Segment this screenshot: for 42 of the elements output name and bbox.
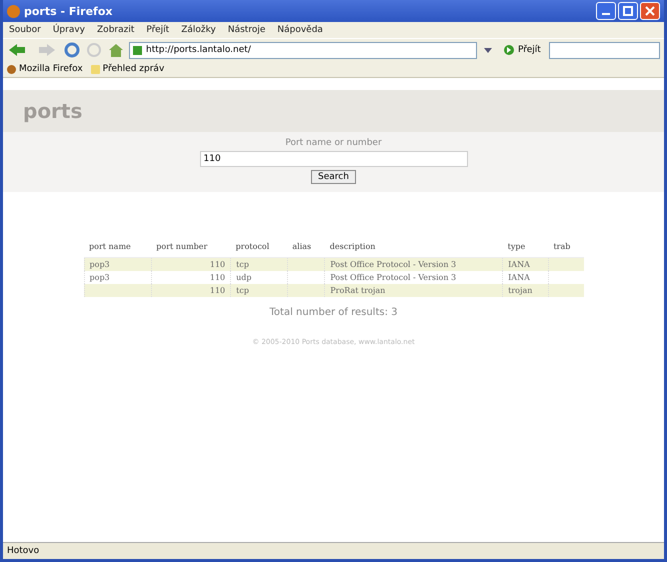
search-field[interactable] <box>548 42 660 58</box>
search-button[interactable]: Search <box>311 170 356 184</box>
table-cell: IANA <box>508 260 530 269</box>
go-button[interactable]: Přejít <box>499 44 545 56</box>
table-cell: 110 <box>210 273 226 282</box>
menu-item[interactable]: Nástroje <box>228 25 266 35</box>
maximize-icon <box>623 6 633 16</box>
port-search-field[interactable]: 110 <box>200 151 468 167</box>
address-field[interactable]: http://ports.lantalo.net/ <box>129 42 477 58</box>
home-icon[interactable] <box>107 42 125 58</box>
table-cell: IANA <box>508 273 530 282</box>
maximize-button[interactable] <box>618 2 638 20</box>
page-heading: ports <box>23 99 82 123</box>
table-cell: pop3 <box>90 260 110 269</box>
table-cell: tcp <box>236 286 249 295</box>
reload-icon[interactable] <box>63 42 81 58</box>
menu-item[interactable]: Záložky <box>181 25 216 35</box>
bookmark-link[interactable]: Mozilla Firefox <box>7 64 83 74</box>
table-cell: pop3 <box>90 273 110 282</box>
status-text: Hotovo <box>7 546 40 556</box>
minimize-button[interactable] <box>596 2 616 20</box>
table-cell: Post Office Protocol - Version 3 <box>330 260 456 269</box>
menu-item[interactable]: Úpravy <box>52 25 86 35</box>
search-label: Port name or number <box>285 138 382 148</box>
window-title: ports - Firefox <box>24 4 112 18</box>
table-cell: trojan <box>508 286 532 295</box>
minimize-icon <box>602 13 610 15</box>
table-cell: Post Office Protocol - Version 3 <box>330 273 456 282</box>
close-button[interactable] <box>640 2 660 20</box>
close-icon <box>645 6 655 16</box>
table-cell: tcp <box>236 260 249 269</box>
menu-item[interactable]: Přejít <box>146 25 170 35</box>
table-cell: 110 <box>210 286 226 295</box>
menu-item[interactable]: Zobrazit <box>97 25 134 35</box>
table-cell: 110 <box>210 260 226 269</box>
table-cell: ProRat trojan <box>330 286 386 295</box>
results-count: Total number of results: 3 <box>270 307 398 318</box>
menu-item[interactable]: Soubor <box>9 25 41 35</box>
bookmark-link[interactable]: Přehled zpráv <box>90 64 164 74</box>
table-cell: udp <box>236 273 252 282</box>
menu-item[interactable]: Nápověda <box>277 25 323 35</box>
site-icon <box>133 46 142 54</box>
